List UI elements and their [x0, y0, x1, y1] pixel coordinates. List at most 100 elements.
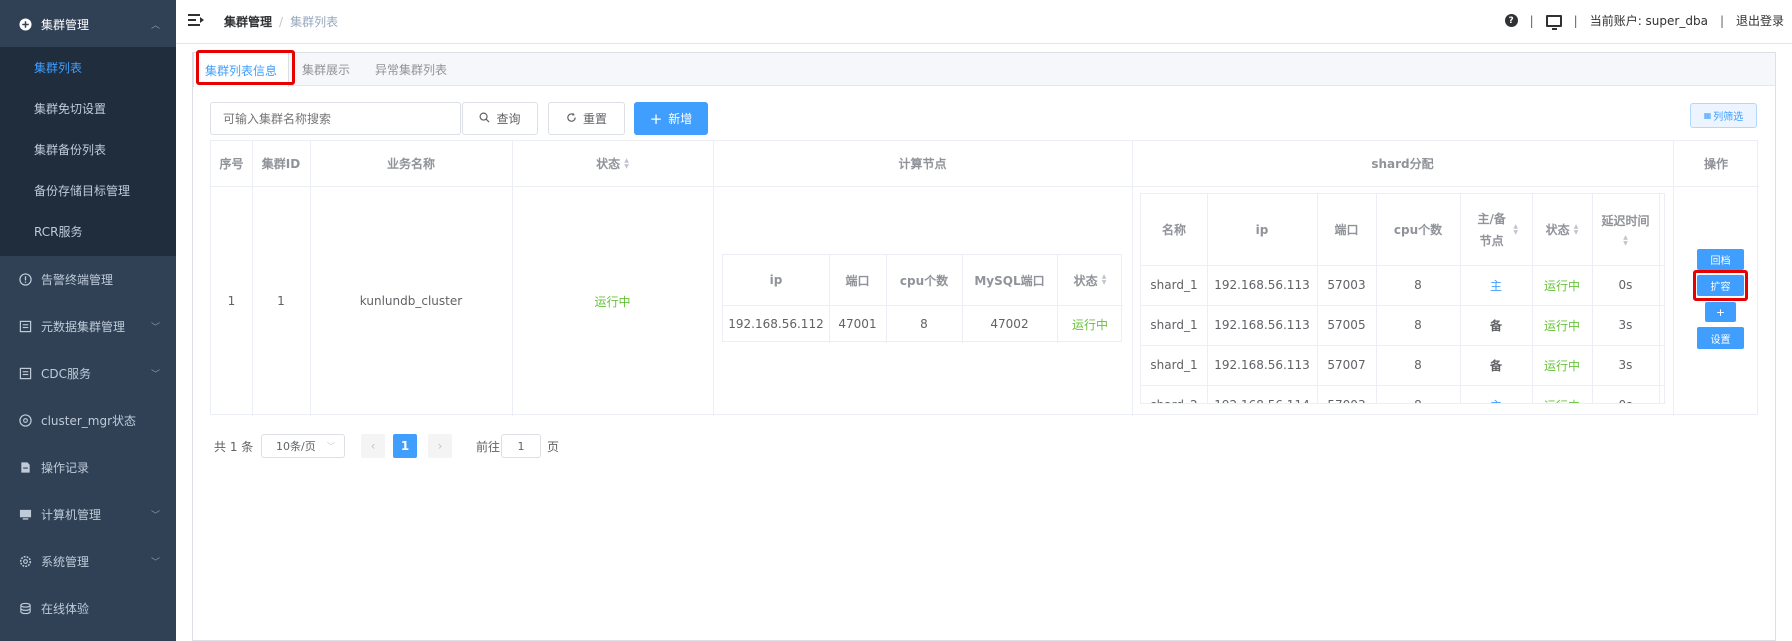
database-icon	[18, 602, 32, 616]
breadcrumb: 集群管理 / 集群列表	[224, 15, 339, 29]
sort-icon[interactable]: ▲ ▼	[624, 157, 629, 170]
next-page-button[interactable]: ›	[428, 434, 452, 458]
rollback-button[interactable]: 回档	[1697, 249, 1744, 270]
compute-cell-ip: 192.168.56.112	[728, 317, 824, 331]
shard-th-ip: ip	[1255, 222, 1269, 237]
add-button[interactable]: + 新增	[634, 102, 708, 135]
page-number-1[interactable]: 1	[393, 434, 417, 458]
cell-cluster-id: 1	[277, 294, 285, 308]
shard-th-status[interactable]: 状态 ▲ ▼	[1532, 194, 1592, 265]
menu-cdc-service[interactable]: CDC服务 ﹀	[0, 351, 176, 396]
shard-cell-ip: 192.168.56.113	[1214, 278, 1310, 292]
logout-link[interactable]: 退出登录	[1736, 12, 1784, 29]
shard-th-name: 名称	[1161, 223, 1186, 237]
compute-th-mysql-port: MySQL端口	[974, 273, 1045, 288]
sort-icon[interactable]: ▲ ▼	[1574, 223, 1579, 236]
menu-label: 计算机管理	[41, 508, 102, 522]
sort-icon[interactable]: ▲ ▼	[1623, 235, 1628, 247]
tab-bar: 集群列表信息 集群展示 异常集群列表	[193, 53, 1775, 87]
chevron-down-icon: ﹀	[150, 370, 160, 380]
chevron-right-icon: ›	[437, 439, 443, 453]
th-operations: 操作	[1703, 157, 1728, 171]
menu-operation-log[interactable]: 操作记录	[0, 445, 176, 490]
plus-icon: +	[649, 109, 663, 128]
add-shard-button[interactable]: +	[1705, 302, 1736, 322]
shard-th-port: 端口	[1334, 223, 1359, 237]
cell-business-name: kunlundb_cluster	[359, 294, 463, 308]
breadcrumb-item-cluster-list: 集群列表	[290, 15, 339, 29]
menu-alert-terminal[interactable]: 告警终端管理	[0, 257, 176, 302]
current-account: 当前账户: super_dba	[1589, 14, 1708, 28]
submenu-item-cluster-list[interactable]: 集群列表	[0, 47, 176, 88]
page-size-select[interactable]: 10条/页 ﹀	[261, 434, 345, 458]
shard-cell-role: 主	[1489, 278, 1502, 293]
compute-th-cpu: cpu个数	[899, 273, 949, 288]
plus-circle-icon	[18, 18, 32, 32]
prev-page-button[interactable]: ‹	[361, 434, 385, 458]
shard-cell-port: 57007	[1327, 358, 1366, 372]
compute-th-port: 端口	[845, 273, 870, 288]
submenu-item-cluster-backup-list[interactable]: 集群备份列表	[0, 129, 176, 170]
shard-th-role[interactable]: 主/备节点 ▲ ▼	[1460, 194, 1532, 265]
menu-computer-management[interactable]: 计算机管理 ﹀	[0, 492, 176, 537]
shard-cell-delay: 3s	[1618, 358, 1633, 372]
highlight-box-tab	[196, 50, 295, 85]
shard-cell-port: 57005	[1327, 318, 1366, 332]
submenu-item-rcr-service[interactable]: RCR服务	[0, 211, 176, 252]
shard-th-delay[interactable]: 延迟时间 ▲ ▼	[1592, 194, 1659, 265]
compass-icon	[18, 414, 32, 428]
menu-label: cluster_mgr状态	[41, 414, 137, 428]
shard-cell-ip: 192.168.56.114	[1207, 385, 1317, 403]
menu-metadata-cluster[interactable]: 元数据集群管理 ﹀	[0, 304, 176, 349]
breadcrumb-item-cluster-management[interactable]: 集群管理	[224, 15, 272, 29]
settings-button[interactable]: 设置	[1697, 327, 1744, 349]
menu-label: 系统管理	[41, 555, 90, 569]
help-icon[interactable]: ?	[1504, 14, 1518, 27]
query-button[interactable]: 查询	[462, 102, 538, 135]
monitor-icon[interactable]	[1545, 14, 1562, 30]
th-cluster-id: 集群ID	[261, 157, 301, 171]
menu-system-management[interactable]: 系统管理 ﹀	[0, 539, 176, 584]
tab-cluster-display[interactable]: 集群展示	[289, 53, 363, 86]
th-shard-allocation: shard分配	[1371, 157, 1434, 171]
submenu-cluster: 集群列表 集群免切设置 集群备份列表 备份存储目标管理 RCR服务	[0, 47, 176, 256]
shard-cell-role: 备	[1489, 318, 1502, 333]
sort-icon[interactable]: ▲ ▼	[1513, 223, 1518, 236]
sort-icon[interactable]: ▲ ▼	[1102, 274, 1107, 286]
menu-online-experience[interactable]: 在线体验	[0, 586, 176, 631]
goto-suffix: 页	[547, 439, 560, 454]
menu-cluster-management[interactable]: 集群管理 ︿	[0, 2, 176, 47]
shard-cell-status: 运行中	[1543, 318, 1580, 333]
shard-cell-port: 57003	[1317, 385, 1376, 403]
chevron-up-icon: ︿	[150, 21, 160, 31]
cluster-search-input[interactable]	[210, 102, 461, 135]
shard-cell-role: 备	[1489, 358, 1502, 373]
cell-status: 运行中	[594, 294, 631, 309]
file-icon	[18, 461, 32, 475]
menu-cluster-mgr-status[interactable]: cluster_mgr状态	[0, 398, 176, 443]
shard-table: 名称 ip 端口 cpu个数 主/备节点 ▲ ▼ 状态 ▲ ▼ 延迟时间 ▲ ▼ sh…	[1140, 193, 1665, 404]
goto-label: 前往	[476, 439, 501, 454]
shard-cell-cpu: 8	[1376, 385, 1460, 403]
shard-cell-name: shard_2	[1141, 385, 1207, 403]
shard-cell-delay: 3s	[1618, 318, 1633, 332]
shard-cell-name: shard_1	[1150, 358, 1198, 372]
compute-cell-cpu: 8	[920, 317, 928, 331]
hamburger-icon[interactable]	[188, 12, 204, 28]
th-index: 序号	[219, 157, 244, 171]
submenu-item-cluster-switch-settings[interactable]: 集群免切设置	[0, 88, 176, 129]
submenu-item-backup-storage-target[interactable]: 备份存储目标管理	[0, 170, 176, 211]
goto-page-input[interactable]	[501, 434, 541, 458]
column-filter-button[interactable]: ▦ 列筛选	[1690, 103, 1757, 128]
shard-th-cpu: cpu个数	[1393, 223, 1443, 237]
compute-th-status[interactable]: 状态 ▲ ▼	[1057, 255, 1123, 305]
menu-label: CDC服务	[41, 367, 91, 381]
menu-label: 告警终端管理	[41, 273, 114, 287]
chevron-down-icon: ﹀	[150, 323, 160, 333]
th-status[interactable]: 状态 ▲ ▼	[512, 141, 713, 186]
highlight-box-scale-out	[1693, 270, 1748, 301]
reset-button[interactable]: 重置	[548, 102, 625, 135]
tab-abnormal-cluster-list[interactable]: 异常集群列表	[363, 53, 459, 86]
gear-icon	[18, 555, 32, 569]
chevron-down-icon: ﹀	[150, 511, 160, 521]
